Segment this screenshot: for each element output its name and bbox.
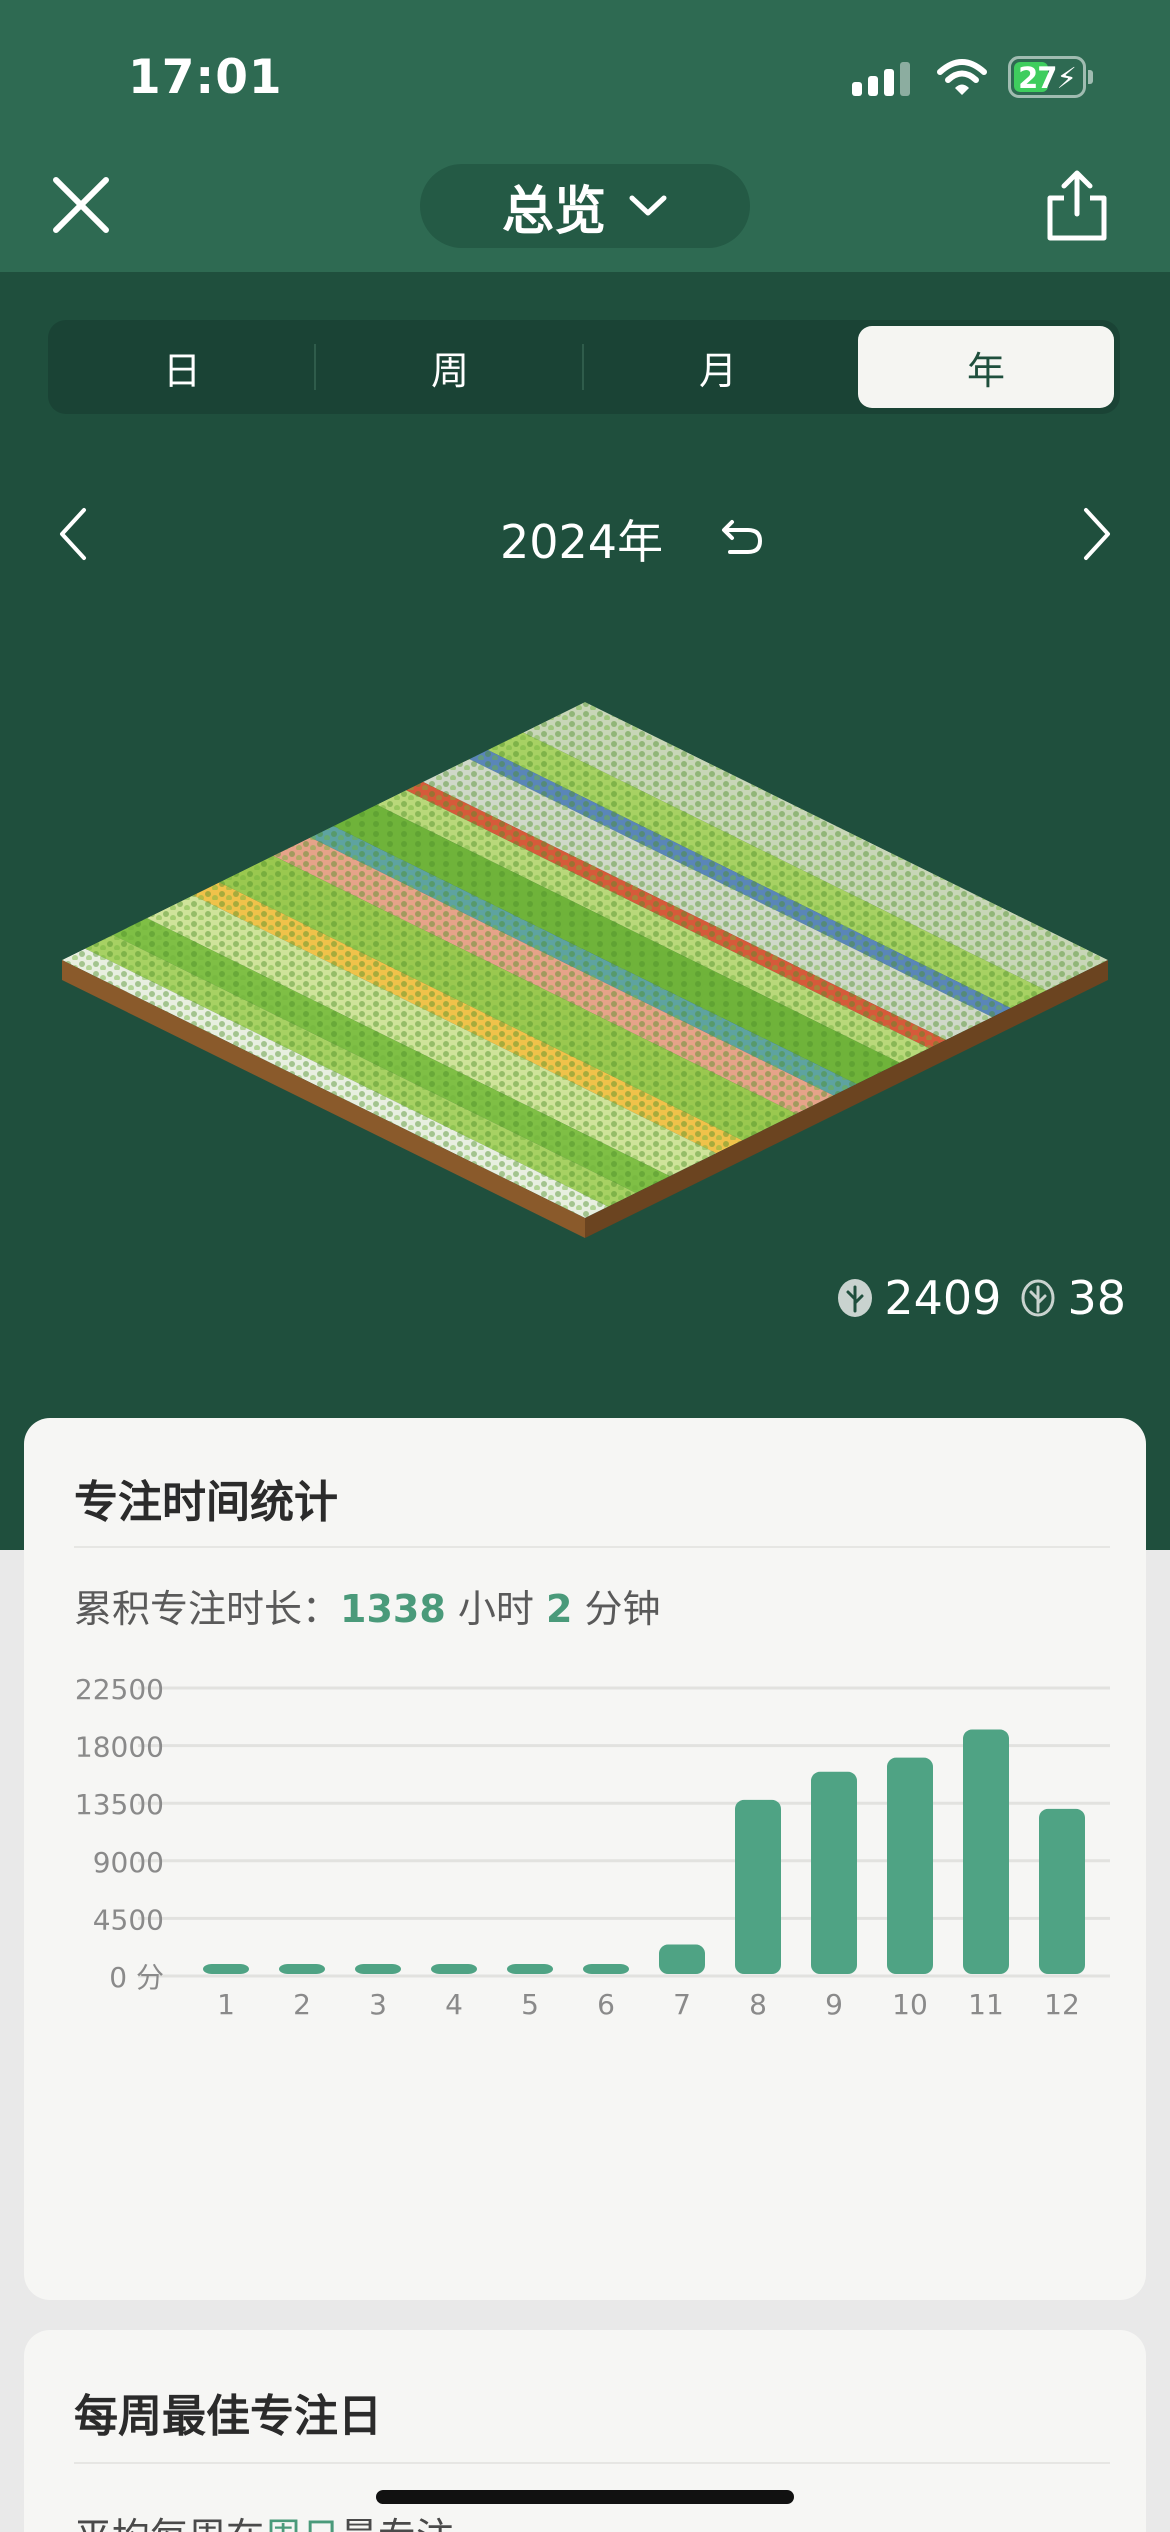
best-weekday-text: 平均每周在周日最专注 [74, 2506, 454, 2532]
tab-month[interactable]: 月 [584, 320, 852, 414]
tree-counts: 2409 38 [796, 1268, 1126, 1328]
view-selector-button[interactable]: 总览 [420, 164, 750, 248]
x-tick-label: 4 [445, 1988, 463, 2021]
forest-tree-texture [62, 702, 1108, 1218]
wifi-icon [937, 59, 987, 95]
x-tick-label: 5 [521, 1988, 539, 2021]
card-title: 每周最佳专注日 [74, 2391, 382, 2442]
avg-suffix: 最专注 [340, 2515, 454, 2532]
y-tick-label: 13500 [75, 1788, 164, 1821]
bar[interactable] [507, 1964, 553, 1974]
focus-stats-card: 专注时间统计 累积专注时长：1338 小时 2 分钟 0 分 4500 9000 13… [24, 1418, 1146, 2300]
share-icon[interactable] [1044, 168, 1110, 244]
dead-tree-count: 38 [1019, 1271, 1126, 1325]
x-tick-label: 8 [749, 1988, 767, 2021]
battery-icon: 27⚡ [1008, 56, 1086, 98]
x-tick-label: 12 [1044, 1988, 1080, 2021]
y-tick-label: 22500 [75, 1673, 164, 1706]
dead-tree-number: 38 [1067, 1271, 1126, 1325]
bar[interactable] [963, 1729, 1009, 1974]
bar[interactable] [659, 1944, 705, 1974]
status-icons: 27⚡ [852, 56, 1093, 100]
x-tick-label: 7 [673, 1988, 691, 2021]
bar[interactable] [811, 1771, 857, 1974]
card-title: 专注时间统计 [74, 1477, 338, 1528]
avg-prefix: 平均每周在 [74, 2515, 264, 2532]
total-minutes: 2 [545, 1587, 573, 1631]
bar[interactable] [1039, 1808, 1085, 1974]
cellular-signal-icon [852, 60, 912, 96]
y-tick-label: 18000 [75, 1731, 164, 1764]
minutes-unit: 分钟 [572, 1587, 661, 1631]
bar[interactable] [431, 1964, 477, 1974]
year-label: 2024年 [500, 515, 664, 569]
bar[interactable] [279, 1964, 325, 1974]
x-tick-label: 1 [217, 1988, 235, 2021]
year-navigation: 2024年 [0, 500, 1170, 570]
y-tick-label: 4500 [93, 1903, 164, 1936]
x-tick-label: 6 [597, 1988, 615, 2021]
total-hours: 1338 [340, 1587, 446, 1631]
forest-illustration[interactable] [50, 690, 1120, 1250]
x-tick-label: 3 [369, 1988, 387, 2021]
chevron-left-icon[interactable] [52, 504, 92, 564]
tab-year[interactable]: 年 [858, 326, 1114, 408]
bar[interactable] [583, 1964, 629, 1974]
status-time: 17:01 [128, 50, 283, 105]
leaf-outline-icon [1021, 1279, 1055, 1317]
period-segmented-control: 日 周 月 年 [48, 320, 1120, 414]
hours-unit: 小时 [445, 1587, 546, 1631]
bar[interactable] [735, 1799, 781, 1974]
y-tick-label: 0 分 [109, 1961, 164, 1994]
close-icon[interactable] [46, 170, 116, 240]
page-title: 总览 [501, 181, 606, 242]
y-tick-label: 9000 [93, 1846, 164, 1879]
x-tick-label: 11 [968, 1988, 1004, 2021]
total-label: 累积专注时长： [74, 1587, 341, 1631]
healthy-tree-count: 2409 [836, 1271, 1001, 1325]
monthly-focus-chart: 0 分450090001350018000225001 2 3 4 5 6 7 8 9 10 11 1… [75, 1673, 1110, 2021]
best-day: 周日 [264, 2515, 340, 2532]
tab-day[interactable]: 日 [48, 320, 316, 414]
total-focus-time: 累积专注时长：1338 小时 2 分钟 [74, 1578, 661, 1633]
bar[interactable] [355, 1964, 401, 1974]
home-indicator [376, 2490, 794, 2504]
bar[interactable] [887, 1757, 933, 1974]
return-arrow-icon[interactable] [718, 510, 766, 558]
chevron-right-icon[interactable] [1078, 504, 1118, 564]
x-tick-label: 10 [892, 1988, 928, 2021]
battery-level: 27 [1018, 61, 1057, 95]
tab-week[interactable]: 周 [316, 320, 584, 414]
bar[interactable] [203, 1964, 249, 1974]
healthy-tree-number: 2409 [884, 1271, 1002, 1325]
chevron-down-icon [629, 195, 667, 216]
x-tick-label: 9 [825, 1988, 843, 2021]
x-tick-label: 2 [293, 1988, 311, 2021]
leaf-filled-icon [838, 1279, 873, 1317]
